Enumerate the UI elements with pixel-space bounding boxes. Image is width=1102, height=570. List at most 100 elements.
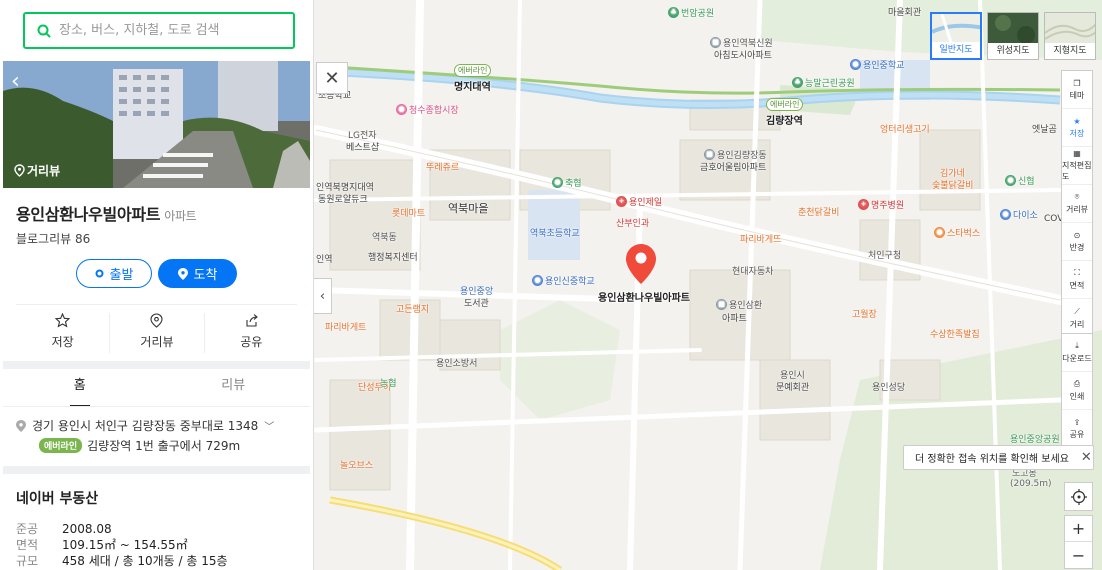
- poi-bank[interactable]: ● 축협: [552, 176, 582, 189]
- poi-park[interactable]: 용인중앙공원: [1010, 432, 1060, 445]
- pin-outline-icon: ⌾: [1074, 192, 1080, 201]
- tool-streetview[interactable]: ⌾ 거리뷰: [1062, 185, 1092, 223]
- map-toolbar-secondary: ⤓ 다운로드 ⎙ 인쇄 ⇪ 공유: [1061, 333, 1093, 449]
- tool-theme[interactable]: ❐ 테마: [1062, 71, 1092, 109]
- streetview-button[interactable]: 거리뷰: [110, 313, 205, 353]
- tool-download[interactable]: ⤓ 다운로드: [1062, 334, 1092, 372]
- map-label: 아파트: [722, 314, 747, 324]
- poi-bank[interactable]: 농협: [380, 376, 397, 389]
- location-pin-icon[interactable]: [626, 244, 656, 284]
- poi-hospital[interactable]: + 명주병원: [858, 198, 904, 211]
- subway-row: 에버라인 김량장역 1번 출구에서 729m: [39, 437, 240, 454]
- place-panel: ‹ 거리뷰 용인삼환나우빌아파트아파트 블로그리뷰 86 출발 도착 저장 거리…: [0, 0, 314, 570]
- start-button[interactable]: 출발: [76, 259, 152, 288]
- station-gimnyangjang[interactable]: 에버라인 김량장역: [766, 98, 804, 127]
- tool-print[interactable]: ⎙ 인쇄: [1062, 372, 1092, 410]
- poi-store[interactable]: ● 다이소: [1000, 208, 1038, 221]
- poi-car[interactable]: 현대자동차: [732, 264, 773, 277]
- station-line-badge: 에버라인: [766, 98, 804, 111]
- tip-text: 더 정확한 접속 위치를 확인해 보세요: [915, 454, 1069, 465]
- tool-cadastral[interactable]: ▦ 지적편집도: [1062, 147, 1092, 185]
- map-type-switcher: 일반지도 위성지도 지형지도: [930, 12, 1096, 60]
- collapse-panel-button[interactable]: ‹: [314, 278, 332, 314]
- subway-line-badge: 에버라인: [39, 438, 83, 453]
- tab-review[interactable]: 리뷰: [157, 369, 311, 407]
- close-icon[interactable]: ✕: [1081, 450, 1092, 465]
- place-title: 용인삼환나우빌아파트 아파트: [16, 201, 197, 225]
- arrive-button[interactable]: 도착: [158, 259, 237, 288]
- map-label: 베스트샵: [346, 143, 380, 153]
- chevron-left-icon: ‹: [319, 288, 326, 304]
- poi-hospital[interactable]: + 용인제일: [616, 195, 662, 208]
- star-icon: ★: [1073, 116, 1081, 126]
- poi-school[interactable]: ● 용인신중학교: [532, 274, 595, 287]
- tool-save[interactable]: ★ 저장: [1062, 109, 1092, 147]
- poi-park[interactable]: ♣ 번암공원: [668, 6, 714, 19]
- search-box[interactable]: [23, 12, 295, 49]
- poi-restaurant[interactable]: 엉터리생고기: [880, 122, 930, 135]
- poi-restaurant[interactable]: 놀오브스: [340, 458, 373, 471]
- poi-school[interactable]: 역북초등학교: [530, 226, 580, 239]
- destination-pin-icon: [177, 267, 188, 280]
- terrain-map-thumbnail: [1045, 13, 1095, 45]
- area-icon: ⛶: [1074, 268, 1080, 277]
- share-button[interactable]: 공유: [205, 313, 298, 353]
- streetview-badge[interactable]: 거리뷰: [14, 162, 60, 179]
- chevron-down-icon[interactable]: ﹀: [264, 418, 274, 433]
- place-tabs: 홈 리뷰: [3, 369, 310, 407]
- poi-apartment[interactable]: ■ 용인삼환: [716, 298, 762, 311]
- station-myeongji[interactable]: 에버라인 명지대역: [454, 64, 492, 93]
- search-icon: [37, 24, 51, 38]
- zoom-out-button[interactable]: −: [1065, 542, 1092, 568]
- place-photo[interactable]: ‹ 거리뷰: [3, 61, 310, 188]
- radius-icon: ⊙: [1073, 230, 1081, 240]
- poi-bakery[interactable]: 파리바게뜨: [740, 232, 781, 245]
- station-name: 김량장역: [766, 116, 803, 127]
- poi-office[interactable]: 역북동: [372, 230, 397, 243]
- place-name: 용인삼환나우빌아파트: [16, 205, 161, 224]
- ruler-icon: ⟋: [1074, 306, 1080, 316]
- map-label-peak-height: (209.5m): [1010, 479, 1052, 489]
- share-icon: ⇪: [1073, 418, 1081, 427]
- station-name: 명지대역: [454, 82, 491, 93]
- place-category: 아파트: [164, 209, 197, 223]
- search-input[interactable]: [59, 23, 269, 38]
- poi-restaurant[interactable]: 고월장: [852, 307, 877, 320]
- poi-market[interactable]: ● 청수종합시장: [396, 103, 459, 116]
- blog-review-link[interactable]: 블로그리뷰 86: [16, 230, 90, 247]
- poi-church[interactable]: 용인성당: [872, 380, 905, 393]
- poi-bakery[interactable]: 파리바게트: [325, 320, 366, 333]
- poi-cafe[interactable]: ● 스타벅스: [934, 226, 980, 239]
- map-label: 금호어울림아파트: [700, 163, 767, 173]
- poi-restaurant[interactable]: 수상한족발집: [930, 327, 980, 340]
- tab-home[interactable]: 홈: [3, 369, 157, 407]
- poi-restaurant[interactable]: 춘천닭갈비: [798, 205, 839, 218]
- poi-school[interactable]: ● 용인중학교: [850, 58, 904, 71]
- tool-area[interactable]: ⛶ 면적: [1062, 261, 1092, 299]
- poi-bakery[interactable]: 뚜레쥬르: [426, 160, 459, 173]
- poi-office[interactable]: 처인구청: [868, 248, 901, 261]
- satellite-map-thumbnail: [988, 13, 1038, 45]
- poi-bank[interactable]: ● 신협: [1005, 174, 1035, 187]
- back-icon[interactable]: ‹: [11, 71, 20, 93]
- map-type-terrain[interactable]: 지형지도: [1044, 12, 1096, 60]
- map-label: 산부인과: [616, 219, 650, 229]
- poi-restaurant[interactable]: 고든램지: [396, 302, 429, 315]
- poi-firestation[interactable]: 용인소방서: [436, 356, 477, 369]
- address-row[interactable]: 경기 용인시 처인구 김량장동 중부대로 1348 ﹀: [16, 417, 274, 434]
- map-type-satellite[interactable]: 위성지도: [987, 12, 1039, 60]
- tool-distance[interactable]: ⟋ 거리: [1062, 299, 1092, 337]
- streetview-label: 거리뷰: [27, 164, 61, 178]
- poi-park[interactable]: ♣ 능말근린공원: [792, 76, 855, 89]
- tool-share[interactable]: ⇪ 공유: [1062, 410, 1092, 448]
- crosshair-icon: [1070, 488, 1087, 505]
- poi-mart[interactable]: 롯데마트: [392, 206, 425, 219]
- my-location-button[interactable]: [1064, 482, 1093, 511]
- location-tip[interactable]: 더 정확한 접속 위치를 확인해 보세요 ✕: [903, 445, 1094, 470]
- zoom-in-button[interactable]: +: [1065, 516, 1092, 542]
- close-icon[interactable]: ✕: [316, 62, 348, 94]
- tool-radius[interactable]: ⊙ 반경: [1062, 223, 1092, 261]
- map-type-normal[interactable]: 일반지도: [930, 12, 982, 60]
- pin-outline-icon: [150, 313, 164, 328]
- save-button[interactable]: 저장: [16, 313, 111, 353]
